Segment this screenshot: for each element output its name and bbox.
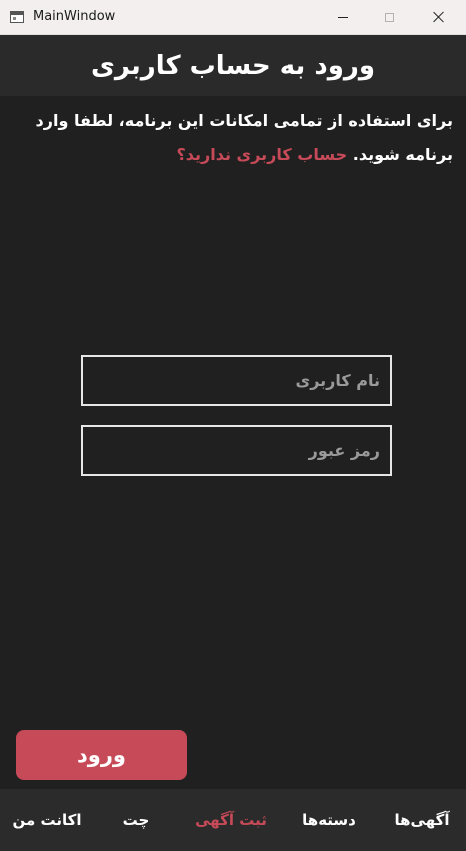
- page-header: ورود به حساب کاربری: [0, 35, 466, 96]
- title-bar[interactable]: MainWindow: [0, 0, 466, 35]
- nav-item-chat[interactable]: چت: [106, 789, 166, 851]
- close-icon: [433, 11, 445, 23]
- minimize-button[interactable]: [320, 0, 366, 34]
- page-title: ورود به حساب کاربری: [90, 50, 376, 81]
- window-title: MainWindow: [33, 9, 116, 24]
- password-input[interactable]: [81, 425, 392, 476]
- intro-text: برای استفاده از تمامی امکانات این برنامه…: [20, 104, 453, 172]
- bottom-nav: آگهی‌ها دسته‌ها ثبت آگهی چت اکانت من: [0, 789, 466, 851]
- maximize-icon: [384, 12, 394, 22]
- main-window: MainWindow ورود به حساب کاربری برای استف…: [0, 0, 466, 851]
- nav-item-my-account[interactable]: اکانت من: [4, 789, 90, 851]
- maximize-button[interactable]: [366, 0, 412, 34]
- username-input[interactable]: [81, 355, 392, 406]
- minimize-icon: [338, 16, 348, 18]
- nav-item-post-ad[interactable]: ثبت آگهی: [186, 789, 276, 851]
- login-button[interactable]: ورود: [16, 730, 187, 780]
- signup-link[interactable]: حساب کاربری ندارید؟: [177, 145, 348, 164]
- close-button[interactable]: [416, 0, 462, 34]
- nav-item-categories[interactable]: دسته‌ها: [290, 789, 368, 851]
- nav-item-ads[interactable]: آگهی‌ها: [380, 789, 464, 851]
- window-app-icon: [10, 11, 24, 23]
